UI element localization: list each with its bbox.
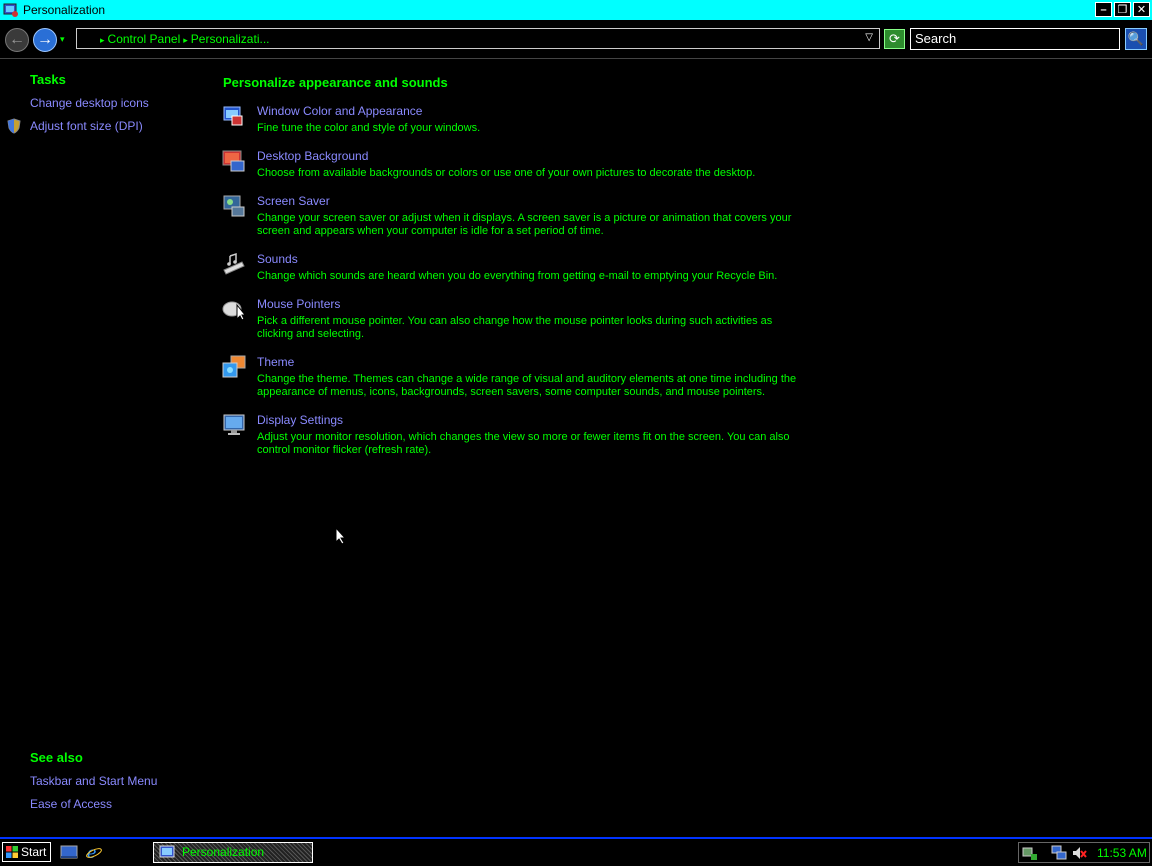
item-description: Fine tune the color and style of your wi…	[257, 122, 481, 134]
volume-muted-icon[interactable]	[1071, 845, 1087, 861]
taskbar-start-menu-link[interactable]: Taskbar and Start Menu	[30, 774, 157, 788]
windows-flag-icon	[6, 846, 18, 858]
display-settings-link[interactable]: Display Settings	[257, 413, 343, 427]
page-heading: Personalize appearance and sounds	[223, 75, 448, 90]
maximize-button[interactable]: ❐	[1114, 2, 1131, 17]
sounds-link[interactable]: Sounds	[257, 252, 298, 266]
breadcrumb: ▸ Control Panel ▸ Personalizati...	[97, 32, 269, 46]
personalization-app-icon	[3, 3, 18, 17]
connection-tray-icon[interactable]	[1051, 845, 1067, 861]
breadcrumb-personalization[interactable]: Personalizati...	[191, 32, 270, 46]
mouse-pointers-icon	[222, 301, 246, 321]
search-icon[interactable]: 🔍	[1125, 28, 1147, 50]
change-desktop-icons-link[interactable]: Change desktop icons	[30, 96, 149, 110]
uac-shield-icon	[7, 118, 21, 134]
forward-button[interactable]: →	[33, 28, 57, 52]
screen-saver-link[interactable]: Screen Saver	[257, 194, 330, 208]
adjust-font-size-link[interactable]: Adjust font size (DPI)	[30, 119, 143, 133]
start-label: Start	[21, 845, 47, 859]
title-bar: Personalization – ❐ ✕	[0, 0, 1152, 20]
breadcrumb-control-panel[interactable]: Control Panel	[108, 32, 181, 46]
navigation-toolbar: ← → ▾ ▸ Control Panel ▸ Personalizati... ▽ …	[0, 20, 1152, 59]
see-also-heading: See also	[30, 750, 83, 765]
system-tray: 11:53 AM	[1018, 842, 1150, 863]
display-settings-icon	[223, 414, 245, 435]
tasks-heading: Tasks	[30, 72, 66, 87]
search-input[interactable]: Search	[910, 28, 1120, 50]
close-button[interactable]: ✕	[1133, 2, 1150, 17]
item-description: Choose from available backgrounds or col…	[257, 167, 756, 179]
minimize-button[interactable]: –	[1095, 2, 1112, 17]
task-personalization-button[interactable]: Personalization	[153, 842, 313, 863]
refresh-button[interactable]: ⟳	[884, 29, 905, 49]
item-description: Change which sounds are heard when you d…	[257, 270, 778, 282]
mouse-cursor-icon	[335, 527, 347, 545]
taskbar: Start e Personalization 11:53 AM	[0, 837, 1152, 866]
mouse-pointers-link[interactable]: Mouse Pointers	[257, 297, 340, 311]
item-description: Pick a different mouse pointer. You can …	[257, 315, 773, 340]
clock[interactable]: 11:53 AM	[1097, 846, 1147, 860]
desktop-background-link[interactable]: Desktop Background	[257, 149, 368, 163]
screen-saver-icon	[223, 195, 245, 217]
item-description: Change the theme. Themes can change a wi…	[257, 373, 797, 398]
breadcrumb-chevron-icon[interactable]: ▸	[183, 35, 188, 45]
theme-link[interactable]: Theme	[257, 355, 294, 369]
item-description: Change your screen saver or adjust when …	[257, 212, 792, 237]
recent-pages-dropdown-icon[interactable]: ▾	[60, 34, 65, 45]
back-button[interactable]: ←	[5, 28, 29, 52]
window-title: Personalization	[23, 3, 106, 17]
start-button[interactable]: Start	[2, 842, 51, 862]
personalization-task-icon	[159, 845, 175, 858]
desktop-background-icon	[222, 150, 245, 172]
theme-icon	[222, 355, 246, 378]
item-description: Adjust your monitor resolution, which ch…	[257, 431, 790, 456]
window-color-icon	[223, 106, 243, 126]
address-bar[interactable]: ▸ Control Panel ▸ Personalizati... ▽	[76, 28, 880, 49]
show-desktop-icon[interactable]	[60, 844, 78, 860]
address-dropdown-icon[interactable]: ▽	[865, 32, 873, 43]
network-tray-icon[interactable]	[1022, 845, 1038, 861]
sounds-icon	[223, 252, 245, 275]
ease-of-access-link[interactable]: Ease of Access	[30, 797, 112, 811]
window-color-link[interactable]: Window Color and Appearance	[257, 104, 422, 118]
internet-explorer-icon[interactable]: e	[85, 844, 103, 860]
task-label: Personalization	[182, 845, 265, 859]
breadcrumb-root-chevron-icon[interactable]: ▸	[100, 35, 105, 45]
